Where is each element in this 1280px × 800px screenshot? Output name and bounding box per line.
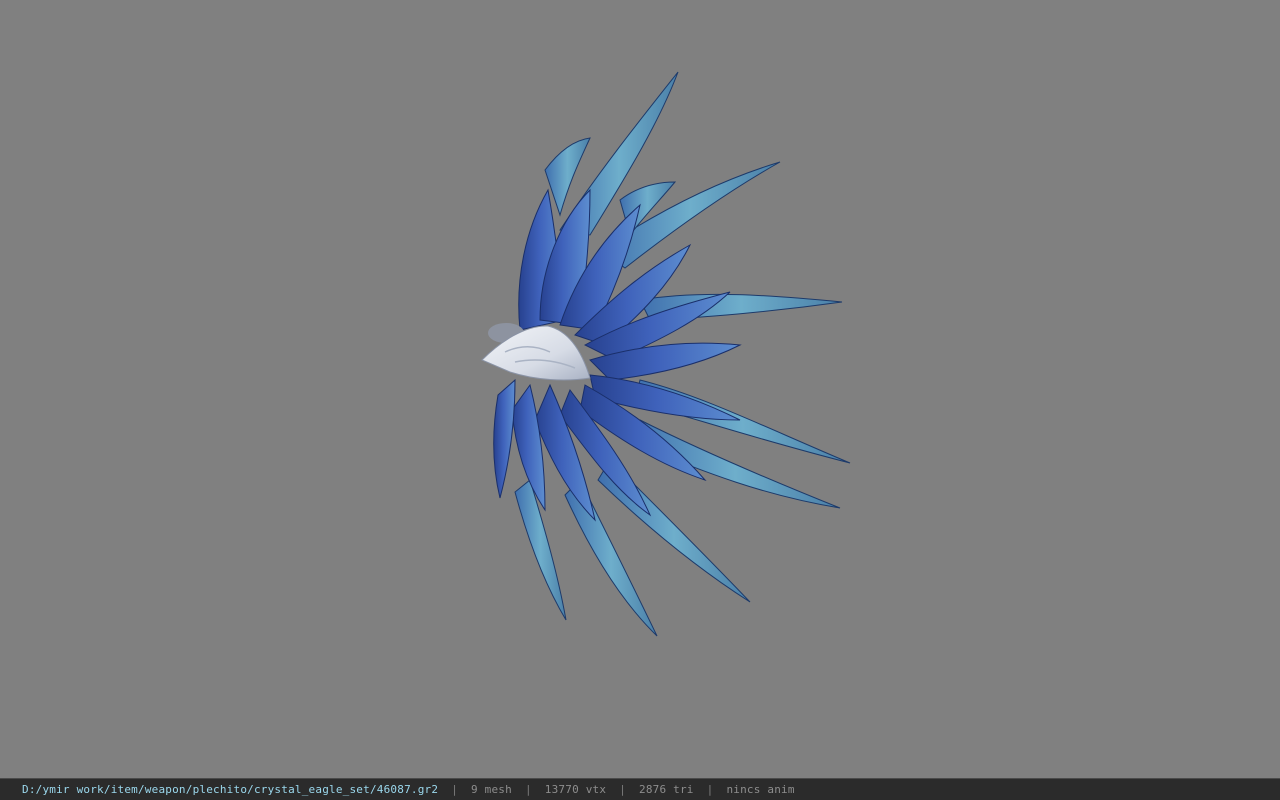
status-bar: D:/ymir work/item/weapon/plechito/crysta… bbox=[0, 778, 1280, 800]
animation-status: nincs anim bbox=[726, 783, 795, 796]
file-path-label: D:/ymir work/item/weapon/plechito/crysta… bbox=[22, 783, 439, 796]
crystal-eagle-wing-model bbox=[481, 71, 851, 637]
separator: | bbox=[706, 783, 714, 796]
eagle-head bbox=[481, 323, 591, 381]
separator: | bbox=[451, 783, 459, 796]
separator: | bbox=[619, 783, 627, 796]
3d-viewport[interactable] bbox=[0, 0, 1280, 778]
triangle-count: 2876 tri bbox=[639, 783, 694, 796]
vertex-count: 13770 vtx bbox=[544, 783, 607, 796]
mesh-count: 9 mesh bbox=[471, 783, 512, 796]
separator: | bbox=[524, 783, 532, 796]
